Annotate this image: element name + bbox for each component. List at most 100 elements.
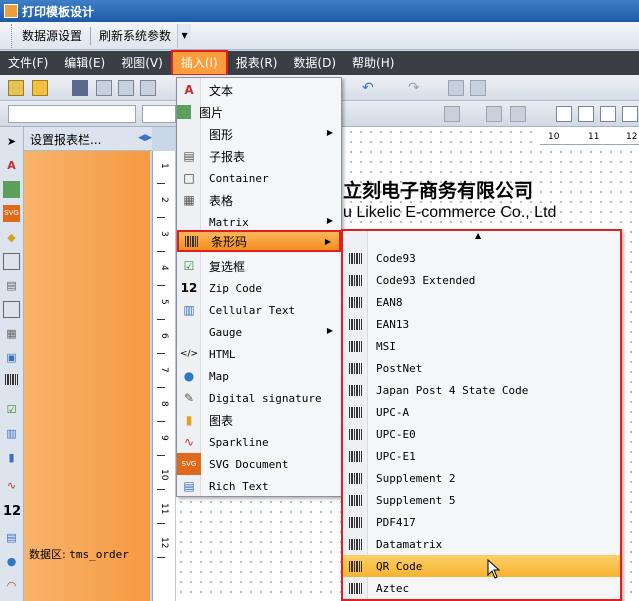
chart-icon: ▮: [185, 413, 193, 427]
insert-menu-item-label: 图片: [199, 105, 224, 120]
insert-menu-item-label: Matrix: [209, 215, 249, 229]
insert-menu-item[interactable]: 图片: [177, 101, 341, 123]
insert-menu: A 文本图片图形 ▶ ▤ 子报表 □ Container ▦ 表格 Matrix ▶ 条形码 ▶ ☑ 复选框…: [176, 77, 342, 497]
checkbox-tool-icon[interactable]: ☑: [3, 401, 20, 418]
insert-menu-item-label: SVG Document: [209, 457, 289, 471]
table-icon: ▦: [183, 193, 195, 207]
vruler-label: 10: [159, 469, 169, 481]
gauge-tool-icon[interactable]: ◠: [3, 577, 20, 594]
subreport-tool-icon[interactable]: ▤: [3, 277, 20, 294]
company-name-cn[interactable]: 立刻电子商务有限公司: [343, 176, 533, 203]
chart-tool-icon[interactable]: ▮: [3, 449, 20, 466]
insert-menu-item[interactable]: </> HTML: [177, 343, 341, 365]
insert-menu-item-label: 文本: [209, 83, 234, 98]
menu-bar: 文件(F) 编辑(E) 视图(V) 插入(I) 报表(R) 数据(D) 帮助(H…: [0, 50, 639, 76]
vruler-label: 8: [159, 401, 169, 407]
save-icon[interactable]: [72, 80, 88, 96]
border-icon[interactable]: [444, 106, 460, 122]
sparkline-tool-icon[interactable]: ∿: [3, 477, 20, 494]
toolbar-separator: [90, 26, 92, 45]
refresh-params-button[interactable]: 刷新系统参数: [93, 25, 177, 47]
new-icon[interactable]: [8, 80, 24, 96]
insert-menu-item[interactable]: ∿ Sparkline: [177, 431, 341, 453]
container-tool-icon[interactable]: [3, 253, 20, 270]
fill-icon[interactable]: [486, 106, 502, 122]
insert-menu-item[interactable]: A 文本: [177, 79, 341, 101]
company-name-en[interactable]: u Likelic E-commerce Co., Ltd: [343, 204, 556, 222]
table-tool-icon[interactable]: ▦: [3, 325, 20, 342]
menu-view[interactable]: 视图(V): [113, 51, 171, 75]
vruler-label: 1: [159, 163, 169, 169]
toolbar-overflow-icon[interactable]: ▼: [177, 23, 192, 48]
menu-file[interactable]: 文件(F): [0, 51, 56, 75]
submenu-arrow-icon: ▶: [326, 216, 333, 225]
insert-menu-item-label: Sparkline: [209, 435, 269, 449]
insert-menu-item-label: 子报表: [209, 149, 246, 164]
grid-layout-icon-4[interactable]: [622, 106, 638, 122]
undo-icon[interactable]: ↶: [362, 80, 378, 96]
redo-icon[interactable]: ↷: [408, 80, 424, 96]
matrix-tool-icon[interactable]: ▣: [3, 349, 20, 366]
shadow-icon[interactable]: [510, 106, 526, 122]
insert-menu-item[interactable]: □ Container: [177, 167, 341, 189]
vruler-tick: [157, 319, 165, 320]
insert-menu-item[interactable]: ✎ Digital signature: [177, 387, 341, 409]
insert-menu-item-label: 复选框: [209, 259, 246, 274]
cellular-text-tool-icon[interactable]: ▤: [3, 529, 20, 546]
insert-menu-item[interactable]: Gauge ▶: [177, 321, 341, 343]
pointer-icon[interactable]: ➤: [3, 133, 20, 150]
insert-menu-item[interactable]: SVG SVG Document: [177, 453, 341, 475]
style-combo[interactable]: [8, 105, 136, 123]
image-tool-icon[interactable]: [3, 181, 20, 198]
font-combo[interactable]: [142, 105, 176, 123]
svg-tool-icon[interactable]: SVG: [3, 205, 20, 222]
menu-help[interactable]: 帮助(H): [344, 51, 402, 75]
copy-icon[interactable]: [96, 80, 112, 96]
vruler-tick: [157, 353, 165, 354]
datasource-settings-button[interactable]: 数据源设置: [16, 25, 88, 47]
rectangle-tool-icon[interactable]: [3, 301, 20, 318]
mouse-cursor-icon: [487, 559, 501, 579]
data-band[interactable]: 数据区: tms_order: [24, 151, 150, 601]
insert-menu-item-label: Gauge: [209, 325, 243, 339]
grid-layout-icon-2[interactable]: [578, 106, 594, 122]
insert-menu-item[interactable]: ● Map: [177, 365, 341, 387]
shape-tool-icon[interactable]: ◆: [3, 229, 20, 246]
insert-menu-item[interactable]: ▮ 图表: [177, 409, 341, 431]
text-tool-icon[interactable]: A: [3, 157, 20, 174]
collapse-arrows-icon[interactable]: ◀▶: [138, 133, 152, 143]
insert-menu-item-label: 表格: [209, 193, 234, 208]
insert-menu-item[interactable]: 条形码 ▶: [177, 230, 341, 252]
insert-menu-item[interactable]: ▤ Rich Text: [177, 475, 341, 497]
insert-menu-item[interactable]: ▤ 子报表: [177, 145, 341, 167]
insert-menu-item[interactable]: 图形 ▶: [177, 123, 341, 145]
align-icon[interactable]: [448, 80, 464, 96]
text-icon: A: [184, 83, 194, 97]
grid-layout-icon[interactable]: [556, 106, 572, 122]
toolbar-grip[interactable]: [0, 23, 12, 48]
vruler-label: 11: [159, 503, 169, 515]
map-tool-icon[interactable]: ●: [3, 553, 20, 570]
insert-menu-item[interactable]: ▥ Cellular Text: [177, 299, 341, 321]
band-panel-title[interactable]: 设置报表栏...: [30, 133, 101, 147]
menu-report[interactable]: 报表(R): [228, 51, 286, 75]
zipcode-icon: 12: [180, 281, 198, 295]
preview-icon[interactable]: [118, 80, 134, 96]
insert-menu-item[interactable]: 12 Zip Code: [177, 277, 341, 299]
grid-layout-icon-3[interactable]: [600, 106, 616, 122]
cellular-text-icon: ▥: [183, 303, 195, 317]
menu-edit[interactable]: 编辑(E): [56, 51, 113, 75]
richtext-tool-icon[interactable]: ▥: [3, 425, 20, 442]
page-setup-icon[interactable]: [140, 80, 156, 96]
menu-data[interactable]: 数据(D): [285, 51, 344, 75]
open-folder-icon[interactable]: [32, 80, 48, 96]
menu-insert[interactable]: 插入(I): [170, 50, 228, 76]
barcode-tool-icon[interactable]: [3, 373, 20, 390]
insert-menu-item-label: Cellular Text: [209, 303, 296, 317]
insert-menu-item[interactable]: ▦ 表格: [177, 189, 341, 211]
insert-menu-item-label: 条形码: [211, 234, 248, 249]
zipcode-tool-icon[interactable]: 12: [3, 503, 21, 520]
insert-menu-item[interactable]: ☑ 复选框: [177, 255, 341, 277]
group-icon[interactable]: [470, 80, 486, 96]
image-icon: [177, 105, 191, 119]
